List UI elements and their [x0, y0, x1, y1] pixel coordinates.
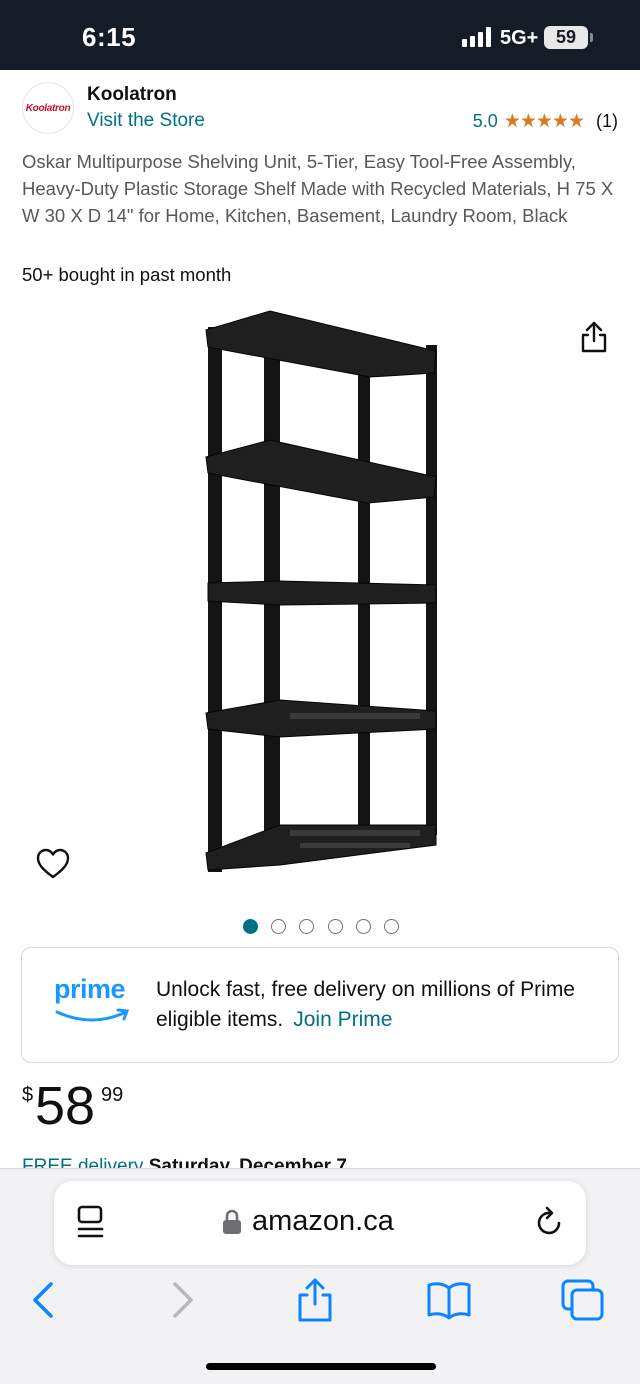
prime-banner: prime Unlock fast, free delivery on mill… [21, 947, 619, 1063]
price-currency: $ [22, 1084, 34, 1106]
carousel-dot[interactable] [356, 919, 371, 934]
visit-store-link[interactable]: Visit the Store [87, 110, 205, 132]
bought-count: 50+ bought in past month [22, 264, 232, 285]
rating-score: 5.0 [472, 111, 498, 131]
carousel-dot[interactable] [299, 919, 314, 934]
product-title: Oskar Multipurpose Shelving Unit, 5-Tier… [22, 151, 614, 226]
rating-count: (1) [596, 111, 618, 131]
heart-icon[interactable] [36, 848, 70, 880]
url-host: amazon.ca [252, 1205, 394, 1237]
prime-message: Unlock fast, free delivery on millions o… [156, 975, 596, 1035]
lock-icon [222, 1209, 242, 1235]
brand-logo[interactable]: Koolatron [22, 82, 74, 134]
share-sheet-icon[interactable] [292, 1278, 338, 1322]
reload-icon[interactable] [534, 1205, 566, 1239]
browser-toolbar: amazon.ca [0, 1168, 640, 1384]
cellular-signal-icon [462, 27, 496, 47]
forward-icon[interactable] [158, 1278, 204, 1322]
rating-summary[interactable]: 5.0 ★★★★★ (1) [473, 110, 618, 133]
brand-name: Koolatron [87, 84, 177, 105]
image-carousel-dots [0, 919, 640, 935]
address-bar[interactable]: amazon.ca [54, 1181, 586, 1265]
status-bar: 6:15 5G+ 59 [0, 0, 640, 70]
carousel-dot[interactable] [384, 919, 399, 934]
tabs-icon[interactable] [560, 1278, 606, 1322]
share-icon[interactable] [578, 320, 610, 354]
prime-logo: prime [54, 974, 132, 1026]
prime-logo-text: prime [54, 974, 126, 1004]
bookmarks-icon[interactable] [426, 1278, 472, 1322]
brand-logo-text: Koolatron [25, 102, 71, 114]
product-image[interactable] [200, 305, 440, 875]
reader-icon[interactable] [76, 1205, 106, 1241]
network-type: 5G+ [500, 27, 539, 49]
home-indicator[interactable] [206, 1363, 436, 1370]
price-fraction: 99 [101, 1084, 124, 1106]
back-icon[interactable] [22, 1278, 68, 1322]
carousel-dot[interactable] [328, 919, 343, 934]
carousel-dot[interactable] [271, 919, 286, 934]
join-prime-link[interactable]: Join Prime [293, 1008, 392, 1031]
battery-icon: 59 [544, 26, 588, 49]
star-rating-icon: ★★★★★ [503, 111, 585, 132]
clock: 6:15 [82, 22, 137, 52]
carousel-dot[interactable] [243, 919, 258, 934]
battery-tip [590, 33, 593, 42]
price-whole: 58 [35, 1076, 96, 1136]
